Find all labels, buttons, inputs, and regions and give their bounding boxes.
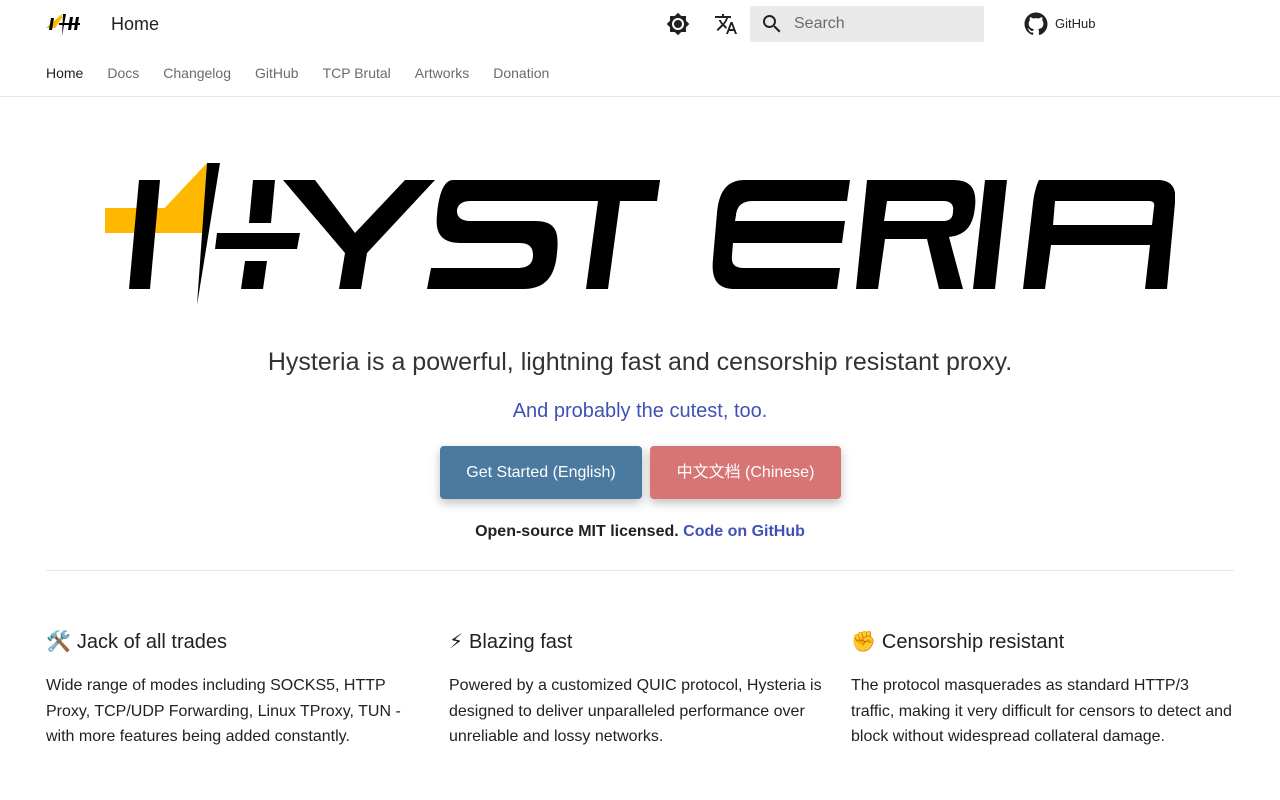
- brightness-icon[interactable]: [666, 12, 690, 36]
- feature-censorship-resistant: ✊ Censorship resistant The protocol masqu…: [851, 629, 1234, 750]
- search-input[interactable]: [794, 6, 980, 42]
- feature-title-text: Blazing fast: [469, 631, 573, 653]
- feature-description: Wide range of modes including SOCKS5, HT…: [46, 677, 401, 745]
- feature-description: The protocol masquerades as standard HTT…: [851, 677, 1232, 745]
- raised-fist-icon: ✊: [851, 631, 876, 653]
- feature-description: Powered by a customized QUIC protocol, H…: [449, 677, 822, 745]
- feature-title-text: Jack of all trades: [76, 631, 227, 653]
- tab-donation[interactable]: Donation: [493, 64, 549, 84]
- feature-jack-of-all-trades: 🛠️ Jack of all trades Wide range of modes…: [46, 629, 426, 750]
- tab-github[interactable]: GitHub: [255, 64, 299, 84]
- feature-title: 🛠️ Jack of all trades: [46, 629, 426, 655]
- tab-artworks[interactable]: Artworks: [415, 64, 469, 84]
- github-icon: [1024, 12, 1048, 36]
- feature-title: ✊ Censorship resistant: [851, 629, 1234, 655]
- chinese-docs-button[interactable]: 中文文档 (Chinese): [650, 446, 841, 499]
- site-logo-icon[interactable]: [46, 12, 80, 36]
- hysteria-logo: [105, 163, 1175, 305]
- site-header: Home GitHub Home Docs Changelog GitHub T…: [0, 0, 1280, 97]
- translate-icon[interactable]: [714, 12, 738, 36]
- search-icon: [760, 12, 784, 36]
- license-line: Open-source MIT licensed. Code on GitHub: [0, 521, 1280, 542]
- get-started-english-button[interactable]: Get Started (English): [440, 446, 642, 499]
- tab-home[interactable]: Home: [46, 64, 83, 84]
- code-on-github-link[interactable]: Code on GitHub: [683, 523, 805, 540]
- tab-docs[interactable]: Docs: [107, 64, 139, 84]
- tools-icon: 🛠️: [46, 631, 71, 653]
- search-box[interactable]: [750, 6, 984, 42]
- hero-subtagline: And probably the cutest, too.: [512, 400, 768, 422]
- feature-title: ⚡ Blazing fast: [449, 629, 829, 655]
- tab-tcp-brutal[interactable]: TCP Brutal: [323, 64, 391, 84]
- feature-blazing-fast: ⚡ Blazing fast Powered by a customized QU…: [449, 629, 829, 750]
- top-tabs: Home Docs Changelog GitHub TCP Brutal Ar…: [46, 64, 573, 84]
- license-text: Open-source MIT licensed.: [475, 523, 679, 540]
- feature-title-text: Censorship resistant: [881, 631, 1065, 653]
- hero-tagline: Hysteria is a powerful, lightning fast a…: [267, 348, 1013, 376]
- lightning-icon: ⚡: [449, 631, 464, 653]
- site-title: Home: [111, 14, 160, 34]
- tab-changelog[interactable]: Changelog: [163, 64, 231, 84]
- section-divider: [46, 570, 1234, 571]
- github-source-label: GitHub: [1055, 16, 1096, 31]
